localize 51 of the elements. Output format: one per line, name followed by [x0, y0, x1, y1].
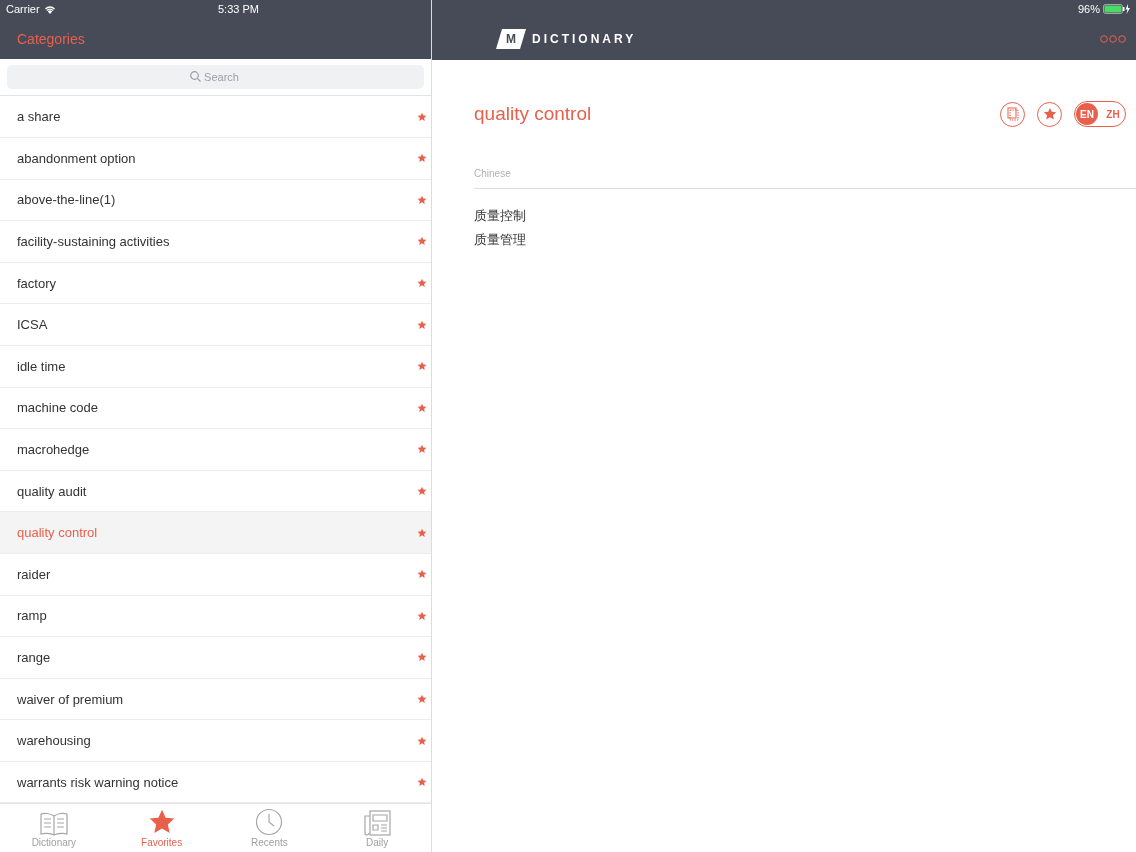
star-icon — [1042, 107, 1057, 121]
favorite-star-icon — [417, 153, 427, 164]
list-item[interactable]: warehousing — [0, 720, 431, 762]
list-item[interactable]: idle time — [0, 345, 431, 388]
favorite-star-icon — [417, 111, 427, 122]
tab-bar-item[interactable]: Favorites — [107, 804, 216, 852]
status-time: 5:33 PM — [218, 3, 260, 15]
favorite-star-icon — [417, 569, 427, 580]
translation-text: 质量管理 — [474, 231, 527, 249]
favorite-star-icon — [417, 694, 427, 704]
list-item[interactable]: macrohedge — [0, 429, 431, 471]
search-icon — [190, 71, 201, 83]
book-icon — [38, 812, 69, 836]
list-item[interactable]: ICSA — [0, 304, 431, 346]
clock-icon — [255, 808, 284, 836]
list-item[interactable]: waiver of premium — [0, 678, 431, 721]
battery-percentage: 96% — [1077, 3, 1100, 15]
favorite-star-icon — [417, 319, 427, 330]
list-item[interactable]: warrants risk warning notice — [0, 761, 431, 804]
dictionary-logo: M DICTIONARY — [496, 29, 637, 49]
term-title: quality control — [474, 103, 592, 125]
list-item[interactable]: range — [0, 637, 431, 679]
list-item[interactable]: above-the-line(1) — [0, 179, 431, 222]
favorite-star-icon — [417, 527, 427, 538]
favorite-star-icon — [417, 194, 427, 205]
favorite-star-icon — [417, 777, 427, 788]
search-field[interactable]: Search — [7, 65, 424, 90]
favorite-star-icon — [417, 361, 427, 372]
translation-text: 质量控制 — [474, 207, 527, 225]
favorite-star-icon — [417, 402, 427, 413]
list-item[interactable]: machine code — [0, 387, 431, 430]
favorite-star-icon — [417, 236, 427, 247]
section-label: Chinese — [474, 168, 1136, 189]
list-item[interactable]: raider — [0, 553, 431, 596]
list-item[interactable]: abandonment option — [0, 138, 431, 180]
carrier-label: Carrier — [6, 3, 40, 15]
more-options-icon[interactable] — [1100, 35, 1126, 43]
wifi-icon — [43, 4, 56, 14]
list-item[interactable]: factory — [0, 262, 431, 305]
battery-charging-icon — [1103, 4, 1130, 14]
favorite-star-icon — [417, 278, 427, 289]
list-item[interactable]: ramp — [0, 595, 431, 638]
favorite-star-icon — [417, 486, 427, 497]
favorite-star-icon — [417, 735, 427, 746]
favorite-star-icon — [417, 652, 427, 663]
newspaper-icon — [363, 810, 392, 836]
favorite-star-icon — [417, 444, 427, 455]
favorite-star-icon — [417, 610, 427, 621]
list-item[interactable]: a share — [0, 96, 431, 138]
copy-icon — [1006, 107, 1019, 121]
list-item[interactable]: facility-sustaining activities — [0, 221, 431, 263]
